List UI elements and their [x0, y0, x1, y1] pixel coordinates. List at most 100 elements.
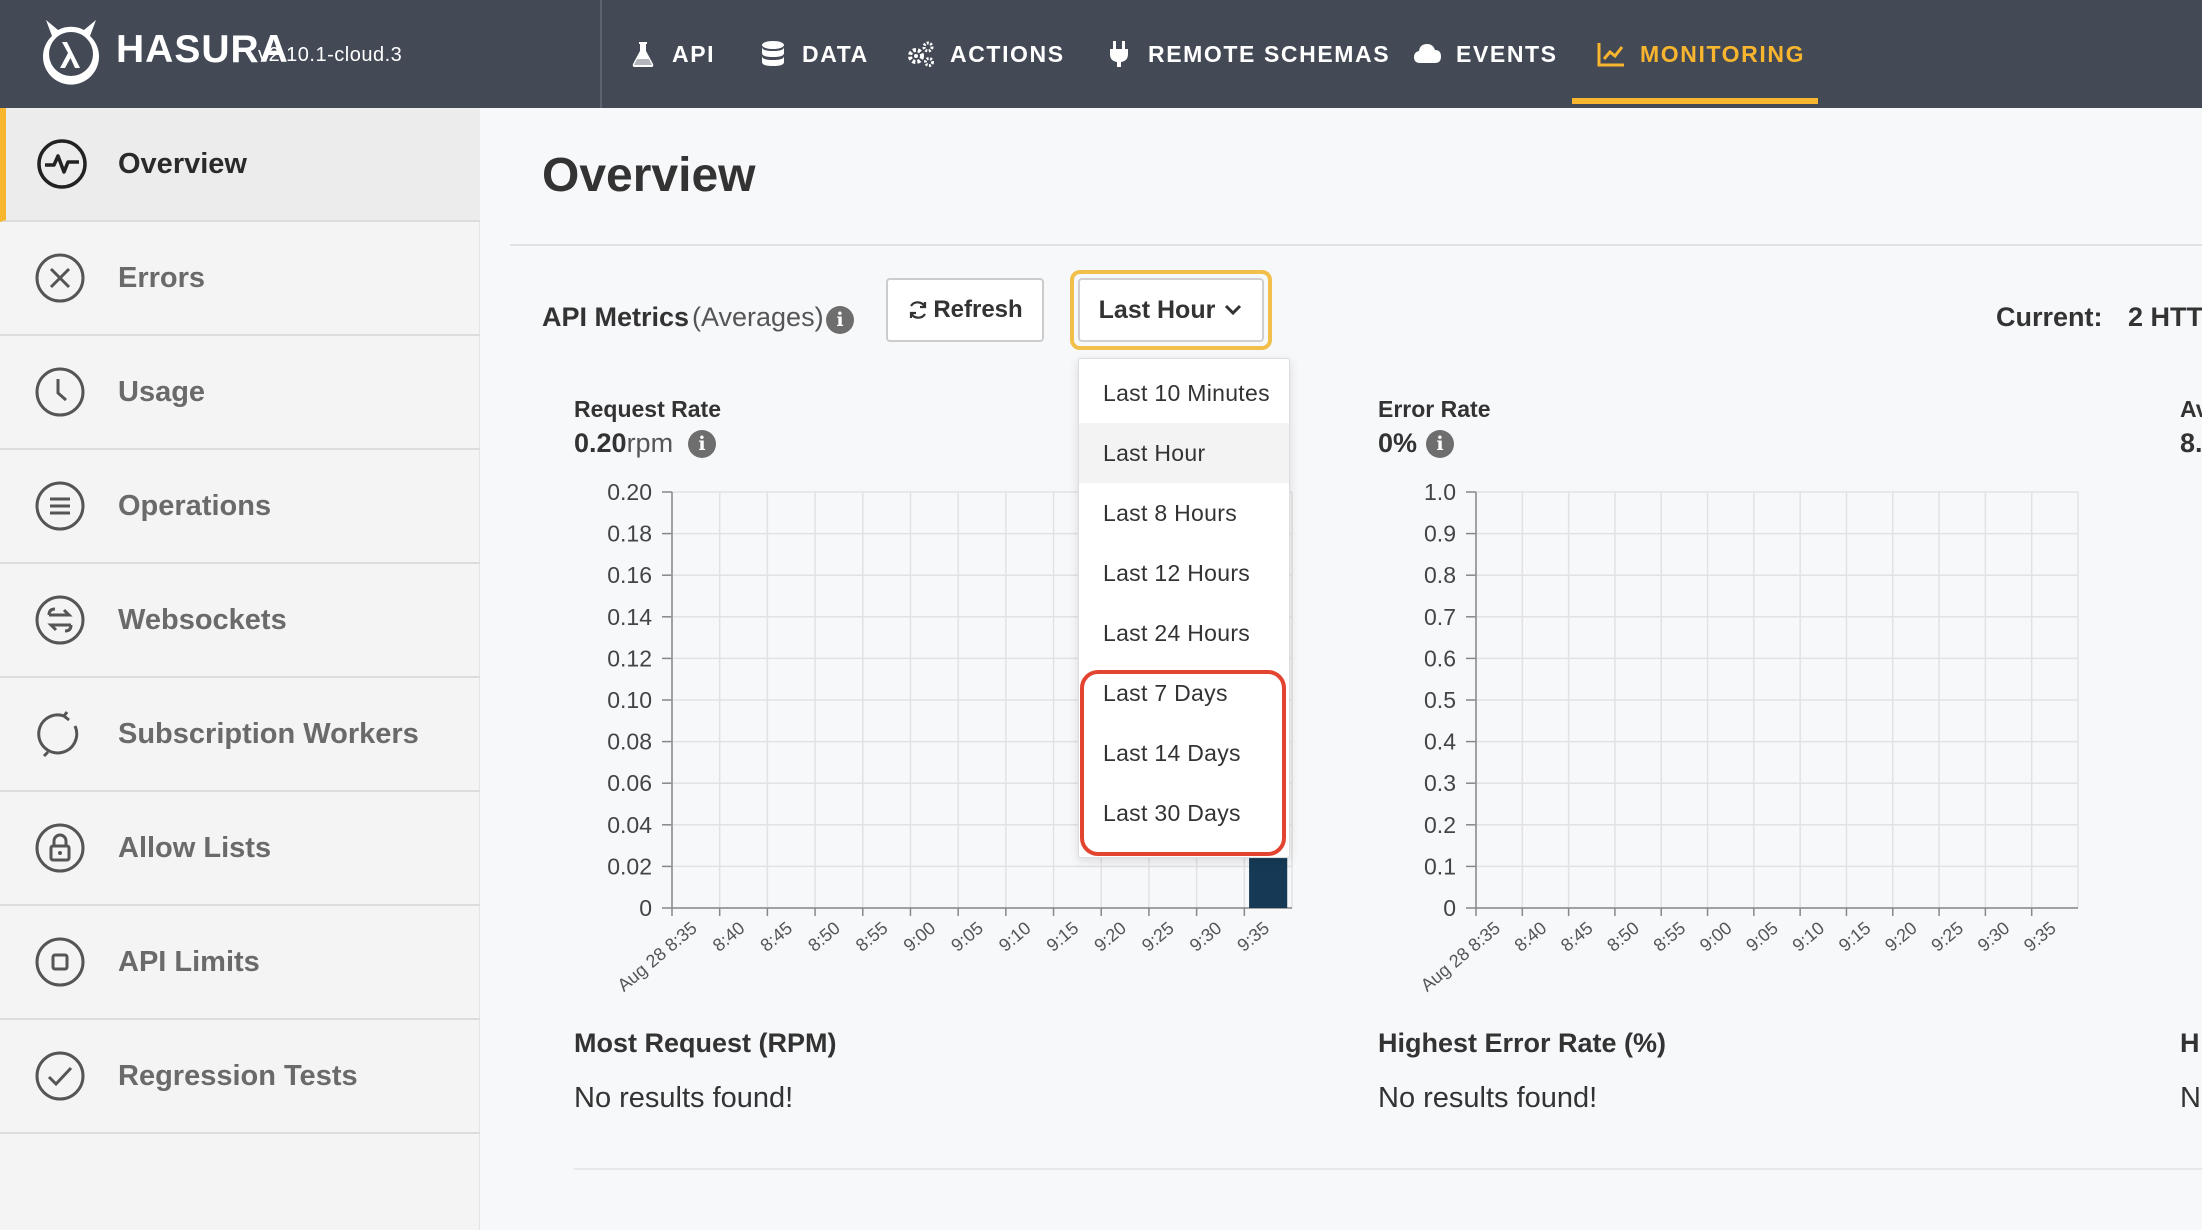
version-label: v2.10.1-cloud.3	[258, 44, 403, 66]
error-rate-value: 0%	[1378, 428, 1418, 458]
check-icon	[35, 1051, 85, 1101]
current-label: Current:	[1996, 302, 2103, 332]
y-tick-label: 0.12	[607, 645, 652, 671]
nav-events-label: EVENTS	[1456, 40, 1558, 67]
x-tick-label: 9:05	[1742, 918, 1782, 956]
y-tick-label: 0	[1443, 895, 1456, 921]
annotation-highlight	[1080, 670, 1286, 856]
sidebar-item-operations[interactable]: Operations	[0, 450, 480, 564]
nav-data[interactable]: DATA	[758, 0, 869, 108]
sidebar-item-label: Subscription Workers	[118, 717, 419, 750]
time-range-option[interactable]: Last 8 Hours	[1079, 483, 1289, 543]
sidebar-item-allow-lists[interactable]: Allow Lists	[0, 792, 480, 906]
sidebar-item-label: Allow Lists	[118, 831, 272, 864]
y-tick-label: 0.5	[1424, 687, 1456, 713]
x-tick-label: 8:50	[1603, 918, 1643, 956]
time-range-option[interactable]: Last 12 Hours	[1079, 543, 1289, 603]
sidebar-item-websockets[interactable]: Websockets	[0, 564, 480, 678]
x-tick-label: 8:55	[1650, 918, 1690, 956]
nav-remote-schemas-label: REMOTE SCHEMAS	[1148, 40, 1391, 67]
x-tick-label: 9:10	[995, 918, 1035, 956]
nav-events[interactable]: EVENTS	[1412, 0, 1558, 108]
y-tick-label: 0.14	[607, 604, 652, 630]
bar	[1249, 858, 1288, 908]
request-rate-number: 0.20	[574, 428, 627, 458]
x-tick-label: Aug 28 8:35	[1417, 918, 1504, 996]
time-range-select[interactable]: Last Hour	[1078, 278, 1264, 342]
sidebar-item-label: Websockets	[118, 603, 287, 636]
nav-actions-label: ACTIONS	[950, 40, 1065, 67]
y-tick-label: 0.9	[1424, 521, 1456, 547]
y-tick-label: 0.8	[1424, 562, 1456, 588]
x-tick-label: 9:35	[2020, 918, 2060, 956]
nav-data-label: DATA	[802, 40, 869, 67]
x-tick-label: 9:05	[947, 918, 987, 956]
y-tick-label: 0.18	[607, 521, 652, 547]
third-metric-value: 8.	[2180, 428, 2202, 458]
x-tick-label: Aug 28 8:35	[614, 918, 701, 996]
sidebar: Overview Errors Usage Operations Websock…	[0, 108, 480, 1230]
cloud-icon	[1414, 44, 1441, 63]
lock-icon	[35, 823, 85, 873]
y-tick-label: 0.4	[1424, 729, 1456, 755]
error-x-icon	[35, 253, 85, 303]
request-rate-unit: rpm	[626, 428, 674, 458]
x-tick-label: 8:45	[756, 918, 796, 956]
gears-icon	[908, 41, 934, 67]
sidebar-item-subscription-workers[interactable]: Subscription Workers	[0, 678, 480, 792]
y-tick-label: 0.6	[1424, 645, 1456, 671]
time-range-option[interactable]: Last 24 Hours	[1079, 603, 1289, 663]
info-icon[interactable]: i	[688, 430, 716, 458]
time-range-option[interactable]: Last 10 Minutes	[1079, 363, 1289, 423]
refresh-icon	[910, 301, 927, 319]
refresh-label: Refresh	[933, 296, 1023, 323]
page-title: Overview	[542, 149, 756, 202]
y-tick-label: 0.08	[607, 729, 652, 755]
sidebar-item-api-limits[interactable]: API Limits	[0, 906, 480, 1020]
sidebar-item-label: Overview	[118, 147, 247, 180]
sidebar-item-regression-tests[interactable]: Regression Tests	[0, 1020, 480, 1134]
sidebar-item-errors[interactable]: Errors	[0, 222, 480, 336]
chevron-down-icon	[1225, 304, 1242, 316]
x-tick-label: 9:35	[1233, 918, 1273, 956]
y-tick-label: 0.2	[1424, 812, 1456, 838]
info-icon[interactable]: i	[826, 306, 854, 334]
x-tick-label: 9:00	[900, 918, 940, 956]
info-icon[interactable]: i	[1426, 430, 1454, 458]
highest-error-empty: No results found!	[1378, 1082, 1598, 1114]
current-value: 2 HTT	[2128, 302, 2202, 332]
x-tick-label: 9:20	[1090, 918, 1130, 956]
exchange-icon	[35, 595, 85, 645]
x-tick-label: 9:30	[1974, 918, 2014, 956]
y-tick-label: 1.0	[1424, 479, 1456, 505]
sidebar-item-label: API Limits	[118, 945, 260, 978]
sidebar-item-usage[interactable]: Usage	[0, 336, 480, 450]
title-divider	[510, 244, 2202, 246]
clock-icon	[35, 367, 85, 417]
database-icon	[762, 41, 784, 66]
y-tick-label: 0.3	[1424, 770, 1456, 796]
highest-error-title: Highest Error Rate (%)	[1378, 1028, 1667, 1058]
y-tick-label: 0.10	[607, 687, 652, 713]
request-rate-value: 0.20rpm	[574, 428, 673, 459]
nav-api-label: API	[672, 40, 716, 67]
most-request-title: Most Request (RPM)	[574, 1028, 837, 1058]
list-icon	[35, 481, 85, 531]
top-navbar: HASURA v2.10.1-cloud.3 API DATA ACTIONS …	[0, 0, 2202, 108]
refresh-button[interactable]: Refresh	[886, 278, 1044, 342]
nav-monitoring[interactable]: MONITORING	[1596, 0, 1805, 108]
nav-actions[interactable]: ACTIONS	[906, 0, 1065, 108]
sidebar-item-label: Regression Tests	[118, 1059, 358, 1092]
nav-api[interactable]: API	[628, 0, 715, 108]
y-tick-label: 0.16	[607, 562, 652, 588]
brand[interactable]: HASURA v2.10.1-cloud.3	[0, 0, 602, 108]
time-range-label: Last Hour	[1098, 295, 1216, 324]
nav-monitoring-label: MONITORING	[1640, 40, 1806, 67]
x-tick-label: 9:10	[1788, 918, 1828, 956]
time-range-option[interactable]: Last Hour	[1079, 423, 1289, 483]
x-tick-label: 9:20	[1881, 918, 1921, 956]
sidebar-item-overview[interactable]: Overview	[0, 108, 480, 222]
nav-remote-schemas[interactable]: REMOTE SCHEMAS	[1104, 0, 1390, 108]
y-tick-label: 0	[639, 895, 652, 921]
sidebar-item-label: Errors	[118, 261, 206, 294]
